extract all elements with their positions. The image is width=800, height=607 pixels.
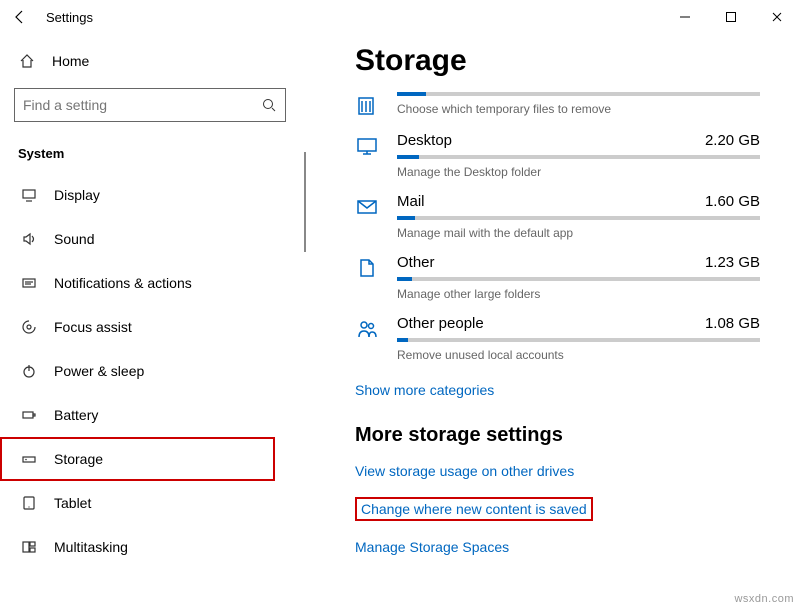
storage-row-temp[interactable]: Choose which temporary files to remove xyxy=(355,92,760,118)
sidebar-home[interactable]: Home xyxy=(0,44,300,78)
sidebar-item-tablet[interactable]: Tablet xyxy=(0,481,275,525)
usage-bar xyxy=(397,92,760,96)
storage-row-desktop[interactable]: Desktop 2.20 GB Manage the Desktop folder xyxy=(355,132,760,179)
back-button[interactable] xyxy=(8,5,32,29)
display-icon xyxy=(20,187,38,203)
sidebar-item-sound[interactable]: Sound xyxy=(0,217,275,261)
row-size: 1.60 GB xyxy=(705,193,760,210)
titlebar: Settings xyxy=(0,0,800,34)
search-input[interactable] xyxy=(23,97,261,113)
show-more-link[interactable]: Show more categories xyxy=(355,382,494,398)
sidebar-item-battery[interactable]: Battery xyxy=(0,393,275,437)
sidebar-item-label: Sound xyxy=(54,231,94,247)
multitask-icon xyxy=(20,539,38,555)
sidebar-item-label: Focus assist xyxy=(54,319,132,335)
focus-icon xyxy=(20,319,38,335)
window-title: Settings xyxy=(46,10,662,25)
sidebar-home-label: Home xyxy=(52,53,89,69)
sidebar-item-label: Notifications & actions xyxy=(54,275,192,291)
sidebar-item-label: Multitasking xyxy=(54,539,128,555)
sidebar-item-power[interactable]: Power & sleep xyxy=(0,349,275,393)
minimize-button[interactable] xyxy=(662,0,708,34)
link-storage-spaces[interactable]: Manage Storage Spaces xyxy=(355,539,509,555)
usage-bar xyxy=(397,216,760,220)
sidebar-item-label: Tablet xyxy=(54,495,91,511)
power-icon xyxy=(20,363,38,379)
row-name: Mail xyxy=(397,193,425,210)
sidebar-item-focus[interactable]: Focus assist xyxy=(0,305,275,349)
desktop-icon xyxy=(355,134,379,158)
sidebar-item-multitask[interactable]: Multitasking xyxy=(0,525,275,569)
close-button[interactable] xyxy=(754,0,800,34)
storage-row-people[interactable]: Other people 1.08 GB Remove unused local a… xyxy=(355,315,760,362)
row-name: Other xyxy=(397,254,435,271)
row-name: Desktop xyxy=(397,132,452,149)
battery-icon xyxy=(20,407,38,423)
sidebar-item-display[interactable]: Display xyxy=(0,173,275,217)
other-icon xyxy=(355,256,379,280)
page-title: Storage xyxy=(355,44,760,78)
storage-row-other[interactable]: Other 1.23 GB Manage other large folders xyxy=(355,254,760,301)
row-desc: Manage mail with the default app xyxy=(397,226,760,240)
row-size: 1.08 GB xyxy=(705,315,760,332)
link-view-usage[interactable]: View storage usage on other drives xyxy=(355,463,574,479)
storage-row-mail[interactable]: Mail 1.60 GB Manage mail with the default … xyxy=(355,193,760,240)
usage-bar xyxy=(397,155,760,159)
row-desc: Remove unused local accounts xyxy=(397,348,760,362)
link-change-location[interactable]: Change where new content is saved xyxy=(361,501,587,517)
row-desc: Choose which temporary files to remove xyxy=(397,102,760,116)
row-desc: Manage the Desktop folder xyxy=(397,165,760,179)
search-box[interactable] xyxy=(14,88,286,122)
search-icon xyxy=(261,97,277,113)
watermark: wsxdn.com xyxy=(734,593,794,605)
row-desc: Manage other large folders xyxy=(397,287,760,301)
usage-bar xyxy=(397,277,760,281)
sidebar: Home System Display Sound Notifications & … xyxy=(0,34,300,607)
maximize-button[interactable] xyxy=(708,0,754,34)
notifications-icon xyxy=(20,275,38,291)
sidebar-item-storage[interactable]: Storage xyxy=(0,437,275,481)
usage-bar xyxy=(397,338,760,342)
tablet-icon xyxy=(20,495,38,511)
storage-icon xyxy=(20,451,38,467)
more-settings-heading: More storage settings xyxy=(355,424,760,447)
row-size: 2.20 GB xyxy=(705,132,760,149)
row-name: Other people xyxy=(397,315,484,332)
sound-icon xyxy=(20,231,38,247)
main-content: Storage Choose which temporary files to … xyxy=(300,34,800,607)
sidebar-item-label: Display xyxy=(54,187,100,203)
sidebar-item-label: Battery xyxy=(54,407,98,423)
home-icon xyxy=(18,53,36,69)
sidebar-item-label: Power & sleep xyxy=(54,363,144,379)
sidebar-item-notifications[interactable]: Notifications & actions xyxy=(0,261,275,305)
sidebar-item-label: Storage xyxy=(54,451,103,467)
temp-icon xyxy=(355,94,379,118)
sidebar-section-label: System xyxy=(0,132,300,173)
row-size: 1.23 GB xyxy=(705,254,760,271)
mail-icon xyxy=(355,195,379,219)
people-icon xyxy=(355,317,379,341)
